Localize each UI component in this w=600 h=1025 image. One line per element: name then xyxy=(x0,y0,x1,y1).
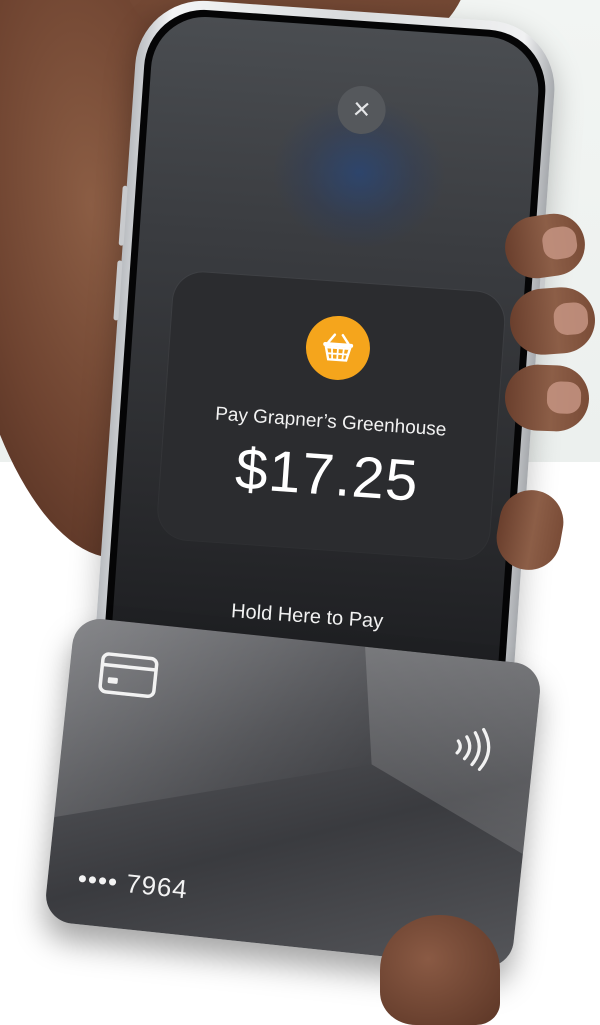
fingernail xyxy=(540,224,579,262)
payment-amount: $17.25 xyxy=(233,436,421,514)
finger xyxy=(503,363,591,433)
basket-icon xyxy=(323,333,354,362)
card-number: •••• 7964 xyxy=(76,863,190,905)
thumb xyxy=(380,915,500,1025)
close-icon: × xyxy=(351,92,372,127)
fingernail xyxy=(546,381,582,415)
merchant-icon xyxy=(303,313,373,383)
bank-card[interactable]: •••• 7964 xyxy=(43,616,543,970)
fingernail xyxy=(552,301,589,336)
payment-card: Pay Grapner’s Greenhouse $17.25 xyxy=(156,270,507,561)
credit-card-icon xyxy=(98,652,159,699)
contactless-icon xyxy=(455,727,491,771)
